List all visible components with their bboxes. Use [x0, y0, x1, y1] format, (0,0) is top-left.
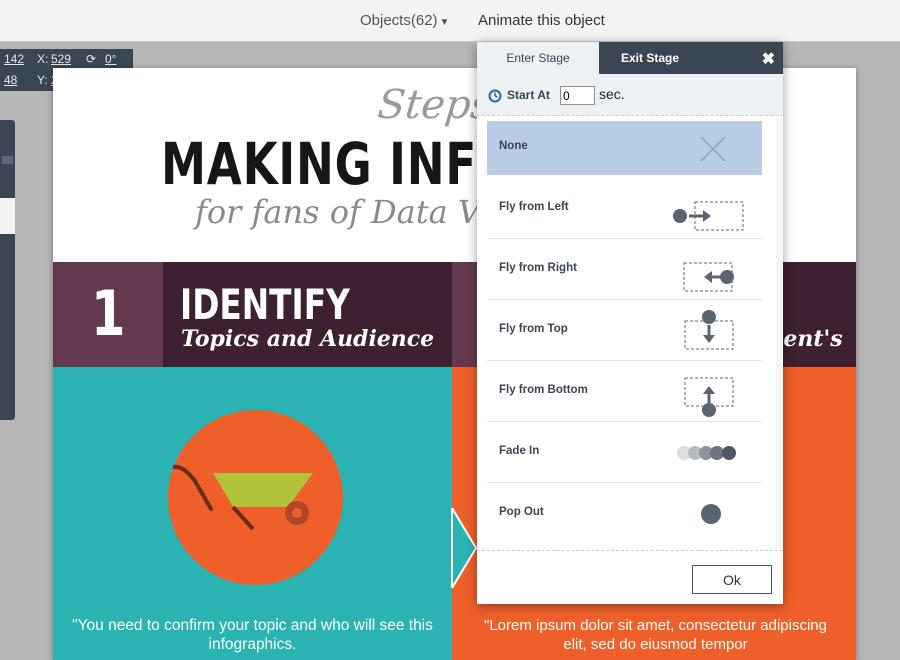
option-label: Fade In — [499, 445, 540, 457]
none-icon — [700, 136, 726, 162]
fly-bottom-icon — [684, 377, 734, 417]
left-tool-strip — [0, 120, 15, 420]
animation-dialog: Enter Stage Exit Stage ✖ Start At sec. N… — [477, 42, 783, 604]
x-label: X: — [37, 52, 49, 66]
start-at-input[interactable] — [560, 86, 595, 105]
objects-dropdown[interactable]: Objects(62) ▼ — [360, 12, 449, 29]
option-label: None — [499, 140, 528, 152]
topics-subheading: Topics and Audience — [181, 326, 435, 352]
tab-exit-stage[interactable]: Exit Stage — [599, 42, 701, 74]
tool-strip-handle[interactable] — [2, 156, 13, 164]
option-fly-left[interactable]: Fly from Left — [487, 179, 762, 239]
rotation-value[interactable]: 0° — [105, 52, 116, 66]
start-at-row: Start At sec. — [477, 74, 783, 116]
option-label: Fly from Top — [499, 323, 568, 335]
option-fly-top[interactable]: Fly from Top — [487, 301, 762, 361]
option-fly-right[interactable]: Fly from Right — [487, 240, 762, 300]
identify-heading: IDENTIFY — [180, 280, 350, 329]
tab-enter-stage[interactable]: Enter Stage — [477, 42, 599, 74]
pop-out-icon — [701, 504, 721, 524]
quote-right: "Lorem ipsum dolor sit amet, consectetur… — [484, 617, 827, 653]
height-value[interactable]: 48 — [4, 73, 17, 87]
dialog-footer: Ok — [477, 550, 783, 604]
option-fly-bottom[interactable]: Fly from Bottom — [487, 362, 762, 422]
fly-left-icon — [673, 201, 744, 231]
fade-in-icon — [677, 446, 736, 460]
fly-top-icon — [684, 310, 734, 350]
arrow-divider — [451, 508, 478, 588]
sec-label: sec. — [599, 86, 625, 102]
option-pop-out[interactable]: Pop Out — [487, 484, 762, 544]
steps-title: Steps — [375, 82, 494, 128]
ok-button[interactable]: Ok — [692, 565, 772, 594]
fly-right-icon — [683, 262, 734, 292]
clock-icon — [488, 89, 502, 103]
top-toolbar: Objects(62) ▼ Animate this object — [0, 0, 900, 42]
options-scrollbar[interactable] — [776, 117, 782, 549]
option-fade-in[interactable]: Fade In — [487, 423, 762, 483]
step-number: 1 — [91, 277, 126, 350]
animate-object-button[interactable]: Animate this object — [478, 12, 605, 29]
tool-strip-tab[interactable] — [0, 198, 15, 234]
rotate-icon: ⟳ — [86, 52, 97, 66]
step-number-box: 1 — [53, 262, 163, 367]
dialog-tabs: Enter Stage Exit Stage ✖ — [477, 42, 783, 74]
option-label: Fly from Left — [499, 201, 569, 213]
width-value[interactable]: 142 — [4, 52, 24, 66]
close-icon[interactable]: ✖ — [762, 49, 775, 69]
start-at-label: Start At — [507, 88, 550, 102]
wheelbarrow-icon — [173, 464, 313, 531]
option-label: Pop Out — [499, 506, 544, 518]
x-value[interactable]: 529 — [51, 52, 71, 66]
making-info-title: MAKING INFO — [161, 130, 517, 198]
coords-row-1: 142 X: 529 ⟳ 0° — [0, 49, 133, 70]
y-label: Y: — [37, 73, 48, 87]
option-none[interactable]: None — [487, 121, 762, 175]
caret-down-icon: ▼ — [439, 17, 450, 28]
option-label: Fly from Right — [499, 262, 577, 274]
objects-label: Objects(62) — [360, 12, 438, 29]
quote-left: "You need to confirm your topic and who … — [72, 617, 433, 653]
option-label: Fly from Bottom — [499, 384, 588, 396]
